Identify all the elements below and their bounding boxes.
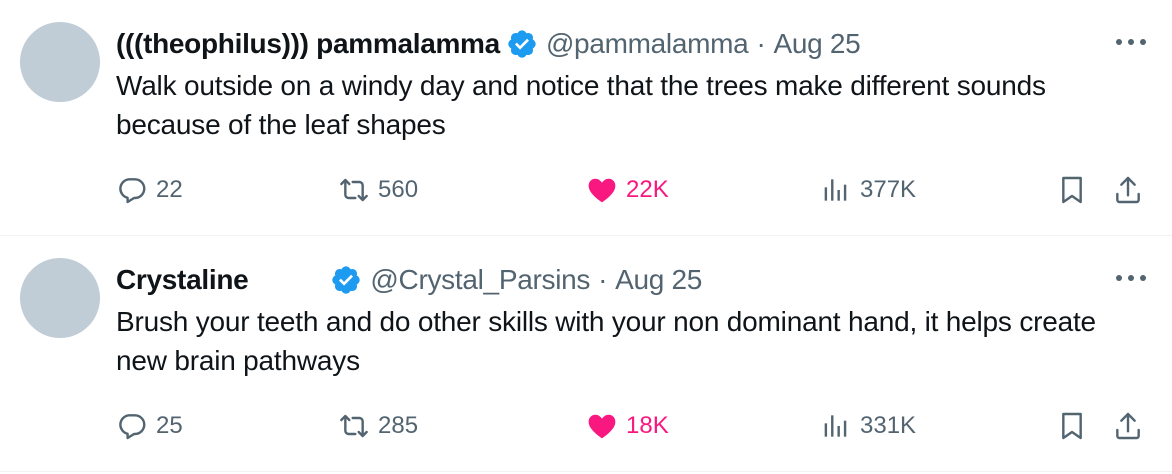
bookmark-button[interactable] — [1056, 170, 1088, 210]
reply-icon — [119, 414, 146, 440]
repost-icon — [340, 414, 368, 438]
reply-icon — [119, 178, 146, 204]
share-icon — [1116, 176, 1140, 204]
tweet-text: Brush your teeth and do other skills wit… — [116, 306, 1096, 376]
repost-count: 285 — [378, 412, 419, 439]
views-icon — [824, 415, 847, 437]
tweet[interactable]: Crystaline @Crystal_Parsins · Aug 25 Bru… — [0, 236, 1172, 472]
repost-icon — [340, 178, 368, 202]
verified-badge-icon[interactable] — [506, 28, 538, 60]
share-button[interactable] — [1112, 170, 1144, 210]
handle[interactable]: @Crystal_Parsins — [370, 264, 590, 296]
bookmark-icon — [1062, 176, 1082, 204]
tweet[interactable]: (((theophilus))) pammalamma @pammalamma … — [0, 0, 1172, 236]
tweet-actions: 22 560 22K 377K — [116, 170, 1152, 210]
like-count: 18K — [626, 412, 669, 439]
verified-badge-icon[interactable] — [330, 264, 362, 296]
reply-button[interactable]: 22 — [116, 170, 183, 210]
views-button[interactable]: 377K — [820, 170, 916, 210]
timestamp[interactable]: Aug 25 — [615, 264, 702, 296]
repost-button[interactable]: 560 — [338, 170, 418, 210]
more-icon[interactable] — [1116, 32, 1146, 52]
like-button[interactable]: 22K — [586, 170, 669, 210]
separator-dot: · — [598, 264, 608, 295]
tweet-actions: 25 285 18K 331K — [116, 406, 1152, 446]
separator-dot: · — [756, 28, 766, 59]
repost-button[interactable]: 285 — [338, 406, 418, 446]
like-button[interactable]: 18K — [586, 406, 669, 446]
like-icon — [588, 178, 616, 203]
avatar[interactable] — [20, 258, 100, 338]
display-name[interactable]: Crystaline — [116, 264, 249, 296]
repost-count: 560 — [378, 176, 419, 203]
view-count: 331K — [860, 412, 917, 439]
more-icon[interactable] — [1116, 268, 1146, 288]
bookmark-button[interactable] — [1056, 406, 1088, 446]
reply-count: 25 — [156, 412, 183, 439]
share-button[interactable] — [1112, 406, 1144, 446]
bookmark-icon — [1062, 412, 1082, 440]
handle[interactable]: @pammalamma — [546, 28, 749, 60]
avatar[interactable] — [20, 22, 100, 102]
views-icon — [824, 179, 847, 201]
display-name[interactable]: (((theophilus))) pammalamma — [116, 28, 500, 60]
share-icon — [1116, 412, 1140, 440]
tweet-text: Walk outside on a windy day and notice t… — [116, 70, 1046, 140]
like-icon — [588, 414, 616, 439]
like-count: 22K — [626, 176, 669, 203]
timestamp[interactable]: Aug 25 — [773, 28, 860, 60]
tweet-header: Crystaline @Crystal_Parsins · Aug 25 — [116, 260, 702, 300]
views-button[interactable]: 331K — [820, 406, 916, 446]
reply-count: 22 — [156, 176, 183, 203]
view-count: 377K — [860, 176, 917, 203]
reply-button[interactable]: 25 — [116, 406, 183, 446]
tweet-header: (((theophilus))) pammalamma @pammalamma … — [116, 24, 861, 64]
